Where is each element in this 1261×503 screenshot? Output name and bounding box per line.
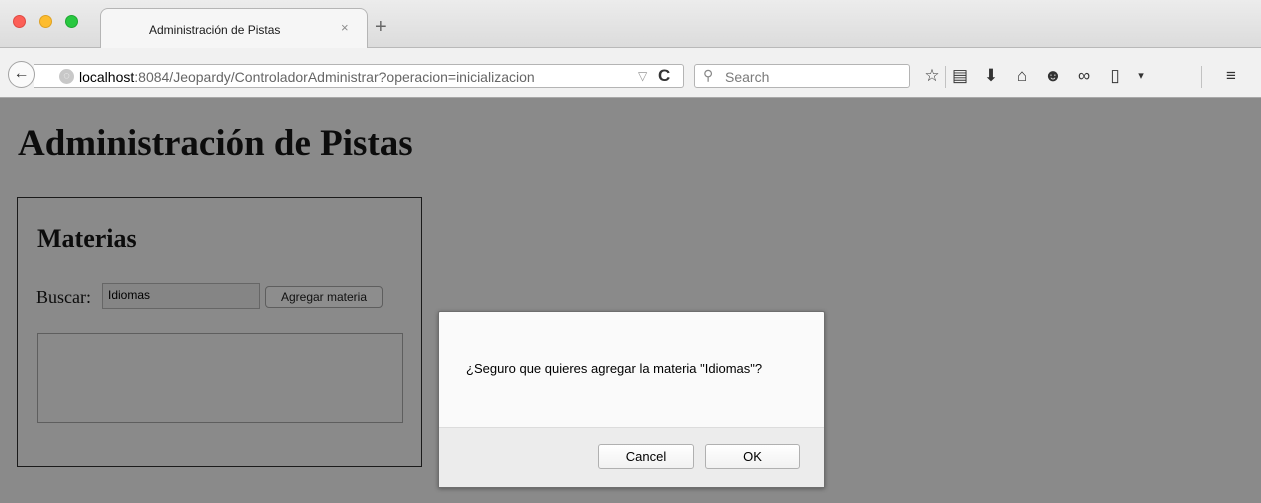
url-text: localhost:8084/Jeopardy/ControladorAdmin… bbox=[79, 69, 535, 85]
reload-icon[interactable]: C bbox=[658, 66, 670, 86]
globe-icon: ◌ bbox=[59, 69, 74, 84]
back-arrow-icon: ← bbox=[13, 65, 30, 82]
results-list[interactable] bbox=[37, 333, 403, 423]
browser-tab[interactable]: Administración de Pistas × bbox=[100, 8, 368, 49]
nav-bar: ◌ localhost:8084/Jeopardy/ControladorAdm… bbox=[0, 48, 1261, 98]
toolbar-separator bbox=[945, 66, 946, 88]
search-input[interactable]: Search bbox=[725, 69, 769, 85]
add-subject-button[interactable]: Agregar materia bbox=[265, 286, 383, 308]
ok-button[interactable]: OK bbox=[705, 444, 800, 469]
reading-list-icon[interactable]: ▤ bbox=[949, 66, 971, 86]
url-host: localhost bbox=[79, 69, 135, 85]
dialog-message: ¿Seguro que quieres agregar la materia "… bbox=[466, 361, 763, 376]
page-title: Administración de Pistas bbox=[18, 123, 413, 164]
dialog-footer: Cancel OK bbox=[439, 427, 824, 487]
search-field[interactable]: Idiomas bbox=[102, 283, 260, 309]
url-bar[interactable]: ◌ localhost:8084/Jeopardy/ControladorAdm… bbox=[34, 64, 684, 88]
panel-title: Materias bbox=[37, 224, 137, 253]
tab-close-icon[interactable]: × bbox=[341, 20, 349, 35]
chevron-down-icon[interactable]: ▾ bbox=[1130, 66, 1152, 86]
toolbar-separator bbox=[1201, 66, 1202, 88]
search-bar[interactable]: ⚲ Search bbox=[694, 64, 910, 88]
confirm-dialog: ¿Seguro que quieres agregar la materia "… bbox=[438, 311, 825, 488]
extension-icon[interactable]: ∞ bbox=[1073, 66, 1095, 86]
back-button[interactable]: ← bbox=[8, 61, 35, 88]
cancel-button[interactable]: Cancel bbox=[598, 444, 694, 469]
buscar-label: Buscar: bbox=[36, 287, 91, 307]
menu-icon[interactable]: ≡ bbox=[1220, 66, 1242, 86]
tab-title: Administración de Pistas bbox=[149, 23, 281, 37]
download-icon[interactable]: ⬇ bbox=[980, 66, 1002, 86]
clipboard-icon[interactable]: ▯ bbox=[1104, 66, 1126, 86]
home-icon[interactable]: ⌂ bbox=[1011, 66, 1033, 86]
tab-bar: Administración de Pistas × + bbox=[0, 0, 1261, 49]
url-path: :8084/Jeopardy/ControladorAdministrar?op… bbox=[134, 69, 535, 85]
zoom-window-button[interactable] bbox=[65, 15, 78, 28]
close-window-button[interactable] bbox=[13, 15, 26, 28]
new-tab-icon[interactable]: + bbox=[375, 17, 387, 37]
bookmark-star-icon[interactable]: ☆ bbox=[921, 66, 943, 86]
url-dropdown-icon[interactable]: ▽ bbox=[638, 69, 647, 83]
minimize-window-button[interactable] bbox=[39, 15, 52, 28]
search-icon: ⚲ bbox=[703, 67, 714, 83]
materias-panel: Materias Buscar: Idiomas Agregar materia bbox=[17, 197, 422, 467]
chat-icon[interactable]: ☻ bbox=[1042, 66, 1064, 86]
